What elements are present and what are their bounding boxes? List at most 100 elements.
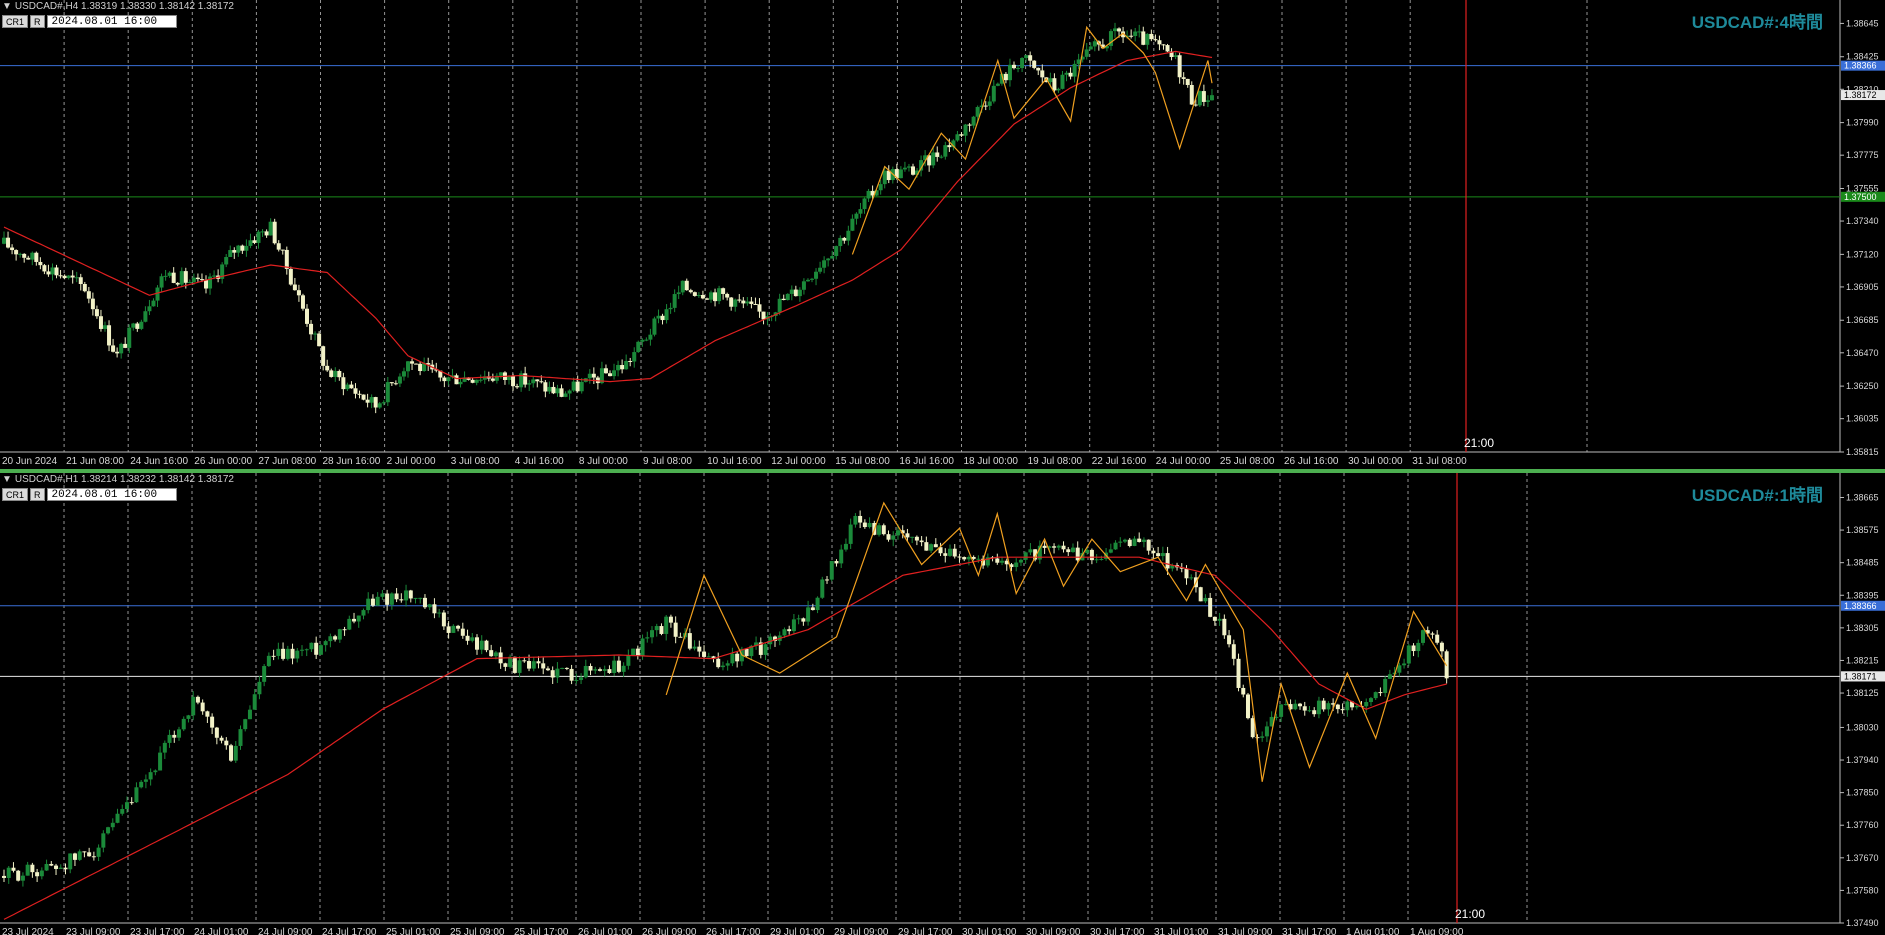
candle-body <box>1177 55 1182 78</box>
candle-body <box>260 231 265 233</box>
x-tick-label: 24 Jun 16:00 <box>130 456 188 467</box>
candle-body <box>44 863 49 871</box>
candle-body <box>228 250 233 258</box>
candle-body <box>1335 704 1340 710</box>
candle-body <box>74 277 79 279</box>
candle-body <box>898 169 903 179</box>
candle-body <box>1145 33 1150 45</box>
candle-body <box>939 156 944 158</box>
candle-body <box>744 648 749 657</box>
candle-body <box>672 294 677 308</box>
candle-body <box>1212 616 1217 621</box>
candle-body <box>18 253 23 255</box>
candle-body <box>814 271 819 279</box>
x-tick-label: 12 Jul 00:00 <box>771 456 826 467</box>
candle-body <box>366 598 371 611</box>
candle-body <box>300 295 305 309</box>
candle-body <box>181 718 186 730</box>
candle-body <box>271 655 276 657</box>
collapse-triangle-icon[interactable]: ▼ <box>2 474 12 485</box>
x-tick-label: 31 Jul 08:00 <box>1412 456 1467 467</box>
candle-body <box>535 379 540 382</box>
candle-body <box>317 333 322 347</box>
x-tick-label: 1 Aug 09:00 <box>1410 927 1464 935</box>
candle-body <box>931 152 936 166</box>
candle-body <box>805 279 810 282</box>
candle-body <box>1156 553 1161 557</box>
candle-body <box>830 255 835 259</box>
moving-average-line <box>3 50 1213 383</box>
candle-body <box>632 352 637 362</box>
candle-body <box>785 293 790 301</box>
candle-body <box>668 616 673 623</box>
candle-body <box>1072 63 1077 77</box>
h1-datetime-input[interactable]: 2024.08.01 16:00 <box>46 488 177 501</box>
candle-body <box>976 558 981 560</box>
candle-body <box>560 667 565 669</box>
candle-body <box>886 534 891 540</box>
candle-body <box>437 612 442 614</box>
y-tick-label: 1.36905 <box>1846 282 1879 292</box>
candle-body <box>733 299 738 307</box>
h4-chart-panel[interactable]: 20 Jun 2024 21 Jun 08:00 24 Jun 16:00 26 Ju… <box>0 0 1885 469</box>
candle-body <box>1092 41 1097 47</box>
candle-body <box>1146 539 1151 551</box>
candle-body <box>1383 678 1388 693</box>
candle-body <box>1018 559 1023 563</box>
h1-cr1-button[interactable]: CR1 <box>2 488 29 501</box>
candle-body <box>1387 674 1392 679</box>
candle-body <box>652 318 657 335</box>
candle-body <box>345 384 350 390</box>
candle-body <box>579 677 584 681</box>
y-tick-label: 1.38395 <box>1846 590 1879 600</box>
candle-body <box>763 644 768 655</box>
candle-body <box>1000 560 1005 563</box>
candle-body <box>522 660 527 662</box>
candle-body <box>493 652 498 657</box>
candle-body <box>862 522 867 528</box>
candle-body <box>1032 60 1037 68</box>
h1-chart-canvas[interactable]: 23 Jul 2024 23 Jul 09:00 23 Jul 17:00 24 Ju… <box>0 473 1885 935</box>
candle-body <box>111 345 116 352</box>
h1-chart-panel[interactable]: 23 Jul 2024 23 Jul 09:00 23 Jul 17:00 24 Ju… <box>0 473 1885 935</box>
candle-body <box>148 772 153 780</box>
collapse-triangle-icon[interactable]: ▼ <box>2 1 12 12</box>
candle-body <box>177 729 182 738</box>
candle-body <box>264 231 269 236</box>
candle-body <box>1068 72 1073 77</box>
y-tick-label: 1.38665 <box>1846 492 1879 502</box>
h1-timeframe-label: USDCAD#:1時間 <box>1691 486 1823 505</box>
candle-body <box>110 822 115 828</box>
candle-body <box>1132 538 1137 547</box>
candle-body <box>782 629 787 636</box>
candle-body <box>801 281 806 290</box>
candle-body <box>288 268 293 285</box>
candle-body <box>983 105 988 107</box>
candle-body <box>559 388 564 397</box>
candle-body <box>1416 642 1421 652</box>
candle-body <box>1007 64 1012 81</box>
candle-body <box>58 867 63 869</box>
candle-body <box>106 827 111 834</box>
h4-r-button[interactable]: R <box>30 15 45 28</box>
candle-body <box>1117 28 1122 32</box>
h4-datetime-input[interactable]: 2024.08.01 16:00 <box>46 15 177 28</box>
candle-body <box>1173 55 1178 58</box>
candle-body <box>602 669 607 671</box>
h4-chart-canvas[interactable]: 20 Jun 2024 21 Jun 08:00 24 Jun 16:00 26 Ju… <box>0 0 1885 469</box>
candle-body <box>94 309 99 317</box>
h1-ohlc-text: USDCAD#,H1 1.38214 1.38232 1.38142 1.381… <box>14 474 234 485</box>
candle-body <box>451 625 456 633</box>
candle-body <box>393 383 398 385</box>
candle-body <box>531 661 536 669</box>
x-tick-label: 29 Jul 09:00 <box>834 927 889 935</box>
candle-body <box>842 237 847 241</box>
candle-body <box>401 371 406 377</box>
candle-body <box>1094 559 1099 561</box>
candle-body <box>579 381 584 392</box>
y-tick-label: 1.37120 <box>1846 249 1879 259</box>
h4-cr1-button[interactable]: CR1 <box>2 15 29 28</box>
candle-body <box>276 648 281 656</box>
candle-body <box>30 252 35 260</box>
h1-r-button[interactable]: R <box>30 488 45 501</box>
